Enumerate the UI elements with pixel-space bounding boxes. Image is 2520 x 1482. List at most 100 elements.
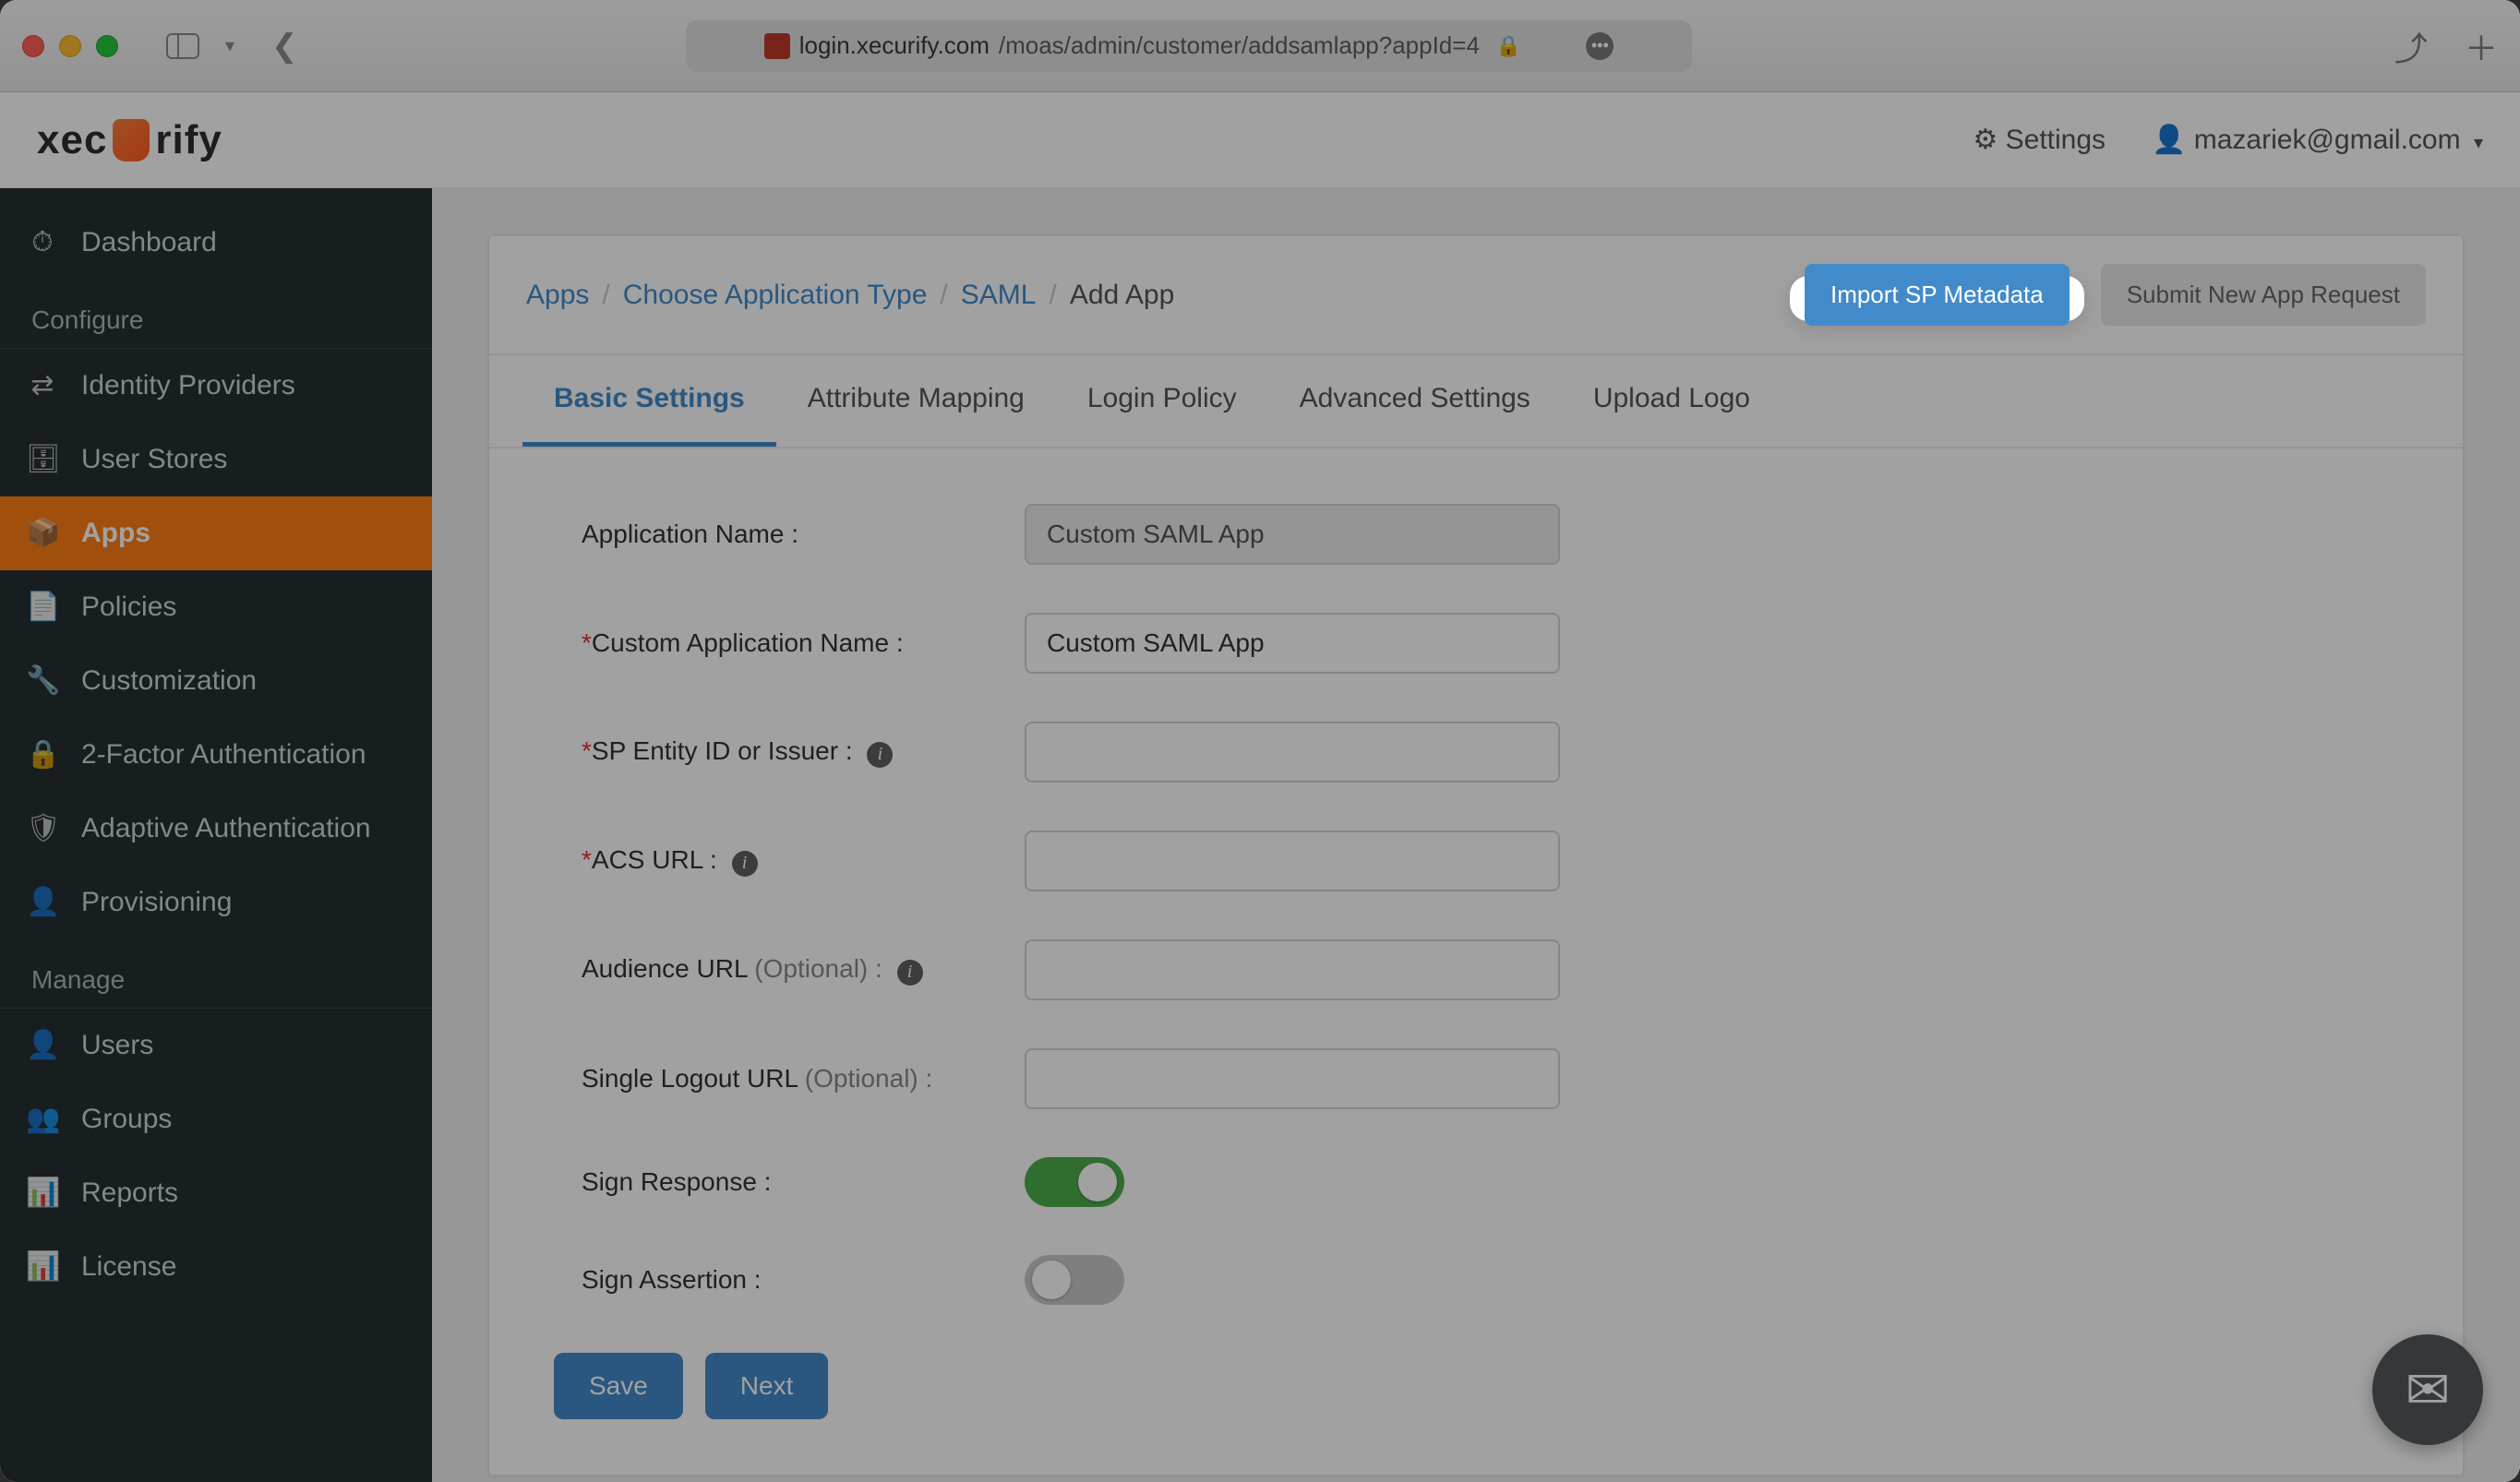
group-icon: 👥: [26, 1103, 59, 1135]
input-custom-application-name[interactable]: [1025, 613, 1560, 674]
chart-icon: 📊: [26, 1177, 59, 1209]
browser-window: ▾ ❮ login.xecurify.com/moas/admin/custom…: [0, 0, 2520, 1482]
sidebar-item-reports[interactable]: 📊 Reports: [0, 1156, 432, 1230]
label-slo-url: Single Logout URL (Optional) :: [582, 1064, 1025, 1094]
import-sp-metadata-button[interactable]: Import SP Metadata: [1805, 264, 2070, 326]
input-acs-url[interactable]: [1025, 831, 1560, 891]
sidebar-item-dashboard[interactable]: ⏱ Dashboard: [0, 207, 432, 280]
zoom-window-button[interactable]: [96, 35, 118, 57]
input-audience-url[interactable]: [1025, 939, 1560, 1000]
lock-icon: 🔒: [1496, 34, 1521, 58]
user-icon: 👤: [26, 1029, 59, 1061]
mail-icon: ✉: [2406, 1358, 2451, 1421]
sidebar-item-label: Apps: [81, 518, 150, 549]
sidebar-item-label: Users: [81, 1030, 153, 1061]
label-sign-response: Sign Response :: [582, 1167, 1025, 1197]
sidebar-item-identity-providers[interactable]: ⇄Identity Providers: [0, 349, 432, 423]
sidebar-item-apps[interactable]: 📦 Apps: [0, 496, 432, 570]
info-icon[interactable]: i: [867, 742, 893, 768]
chevron-down-icon[interactable]: ▾: [225, 34, 234, 57]
sidebar-toggle-icon[interactable]: [166, 33, 199, 59]
info-icon[interactable]: i: [897, 960, 923, 986]
brand-text-right: rify: [155, 117, 222, 163]
header-settings-link[interactable]: ⚙ Settings: [1973, 124, 2106, 156]
sidebar-item-label: Identity Providers: [81, 370, 295, 401]
minimize-window-button[interactable]: [59, 35, 81, 57]
crumb-apps[interactable]: Apps: [526, 280, 589, 311]
tab-basic-settings[interactable]: Basic Settings: [522, 355, 776, 447]
sidebar-item-adaptive-auth[interactable]: 🛡 Adaptive Authentication: [0, 792, 432, 866]
toggle-sign-response[interactable]: [1025, 1157, 1124, 1207]
contact-mail-fab[interactable]: ✉: [2372, 1334, 2483, 1445]
tab-upload-logo[interactable]: Upload Logo: [1562, 355, 1782, 447]
user-icon: 👤: [2152, 125, 2186, 155]
sidebar-item-label: Adaptive Authentication: [81, 813, 371, 844]
site-favicon-icon: [764, 33, 790, 59]
label-application-name: Application Name :: [582, 520, 1025, 549]
sidebar-item-label: Provisioning: [81, 887, 232, 918]
shield-outline-icon: 🛡: [26, 812, 59, 844]
back-button[interactable]: ❮: [271, 28, 298, 65]
next-button[interactable]: Next: [705, 1353, 829, 1419]
address-bar[interactable]: login.xecurify.com/moas/admin/customer/a…: [686, 20, 1692, 72]
new-tab-icon[interactable]: ＋: [2465, 22, 2498, 70]
sidebar-item-user-stores[interactable]: 🗄 User Stores: [0, 423, 432, 496]
brand-logo[interactable]: xec rify: [37, 117, 222, 163]
sidebar-item-label: Dashboard: [81, 227, 217, 258]
url-path: /moas/admin/customer/addsamlapp?appId=4: [999, 31, 1480, 60]
traffic-lights: [22, 35, 118, 57]
sidebar-item-2fa[interactable]: 🔒 2-Factor Authentication: [0, 718, 432, 792]
input-slo-url[interactable]: [1025, 1048, 1560, 1109]
document-icon: 📄: [26, 591, 59, 623]
box-icon: 📦: [26, 517, 59, 549]
crumb-saml[interactable]: SAML: [961, 280, 1037, 311]
sidebar: ⏱ Dashboard Configure ⇄Identity Providers…: [0, 188, 432, 1482]
header-user-menu[interactable]: 👤 mazariek@gmail.com ▾: [2152, 124, 2483, 156]
submit-new-app-request-button[interactable]: Submit New App Request: [2101, 264, 2426, 326]
sidebar-section-manage: Manage: [0, 939, 432, 1009]
tab-login-policy[interactable]: Login Policy: [1056, 355, 1268, 447]
lock-icon: 🔒: [26, 738, 59, 771]
crumb-current: Add App: [1070, 280, 1174, 311]
brand-text-left: xec: [37, 117, 107, 163]
card-header: Apps/ Choose Application Type/ SAML/ Add…: [489, 236, 2463, 355]
input-application-name: [1025, 504, 1560, 565]
database-icon: 🗄: [26, 443, 59, 475]
header-settings-label: Settings: [2006, 125, 2106, 155]
info-icon[interactable]: i: [732, 851, 758, 877]
form-basic-settings: Application Name : *Custom Application N…: [489, 448, 2463, 1475]
toggle-sign-assertion[interactable]: [1025, 1255, 1124, 1305]
sidebar-item-label: Reports: [81, 1177, 178, 1209]
input-sp-entity[interactable]: [1025, 722, 1560, 783]
header-user-email: mazariek@gmail.com: [2194, 125, 2461, 155]
browser-titlebar: ▾ ❮ login.xecurify.com/moas/admin/custom…: [0, 0, 2520, 92]
sidebar-item-users[interactable]: 👤 Users: [0, 1009, 432, 1082]
app-card: Apps/ Choose Application Type/ SAML/ Add…: [487, 234, 2465, 1476]
tab-advanced-settings[interactable]: Advanced Settings: [1268, 355, 1562, 447]
label-audience-url: Audience URL (Optional) : i: [582, 954, 1025, 986]
sidebar-item-policies[interactable]: 📄Policies: [0, 570, 432, 644]
caret-down-icon: ▾: [2474, 133, 2483, 153]
save-button[interactable]: Save: [554, 1353, 683, 1419]
sidebar-item-label: 2-Factor Authentication: [81, 739, 366, 771]
sidebar-item-provisioning[interactable]: 👤 Provisioning: [0, 866, 432, 939]
app-viewport: xec rify ⚙ Settings 👤 mazariek@gmail.com…: [0, 92, 2520, 1482]
sidebar-item-customization[interactable]: 🔧Customization: [0, 644, 432, 718]
sidebar-item-label: User Stores: [81, 444, 227, 475]
main-content: Apps/ Choose Application Type/ SAML/ Add…: [432, 188, 2520, 1482]
chart-icon: 📊: [26, 1250, 59, 1283]
dashboard-icon: ⏱: [26, 227, 59, 258]
tab-attribute-mapping[interactable]: Attribute Mapping: [776, 355, 1056, 447]
sidebar-item-license[interactable]: 📊License: [0, 1230, 432, 1304]
sidebar-item-groups[interactable]: 👥Groups: [0, 1082, 432, 1156]
label-sp-entity: *SP Entity ID or Issuer : i: [582, 736, 1025, 768]
share-icon[interactable]: ⤴: [2394, 22, 2428, 70]
more-options-icon[interactable]: •••: [1586, 32, 1614, 60]
crumb-choose-type[interactable]: Choose Application Type: [623, 280, 928, 311]
close-window-button[interactable]: [22, 35, 44, 57]
label-sign-assertion: Sign Assertion :: [582, 1265, 1025, 1295]
gear-icon: ⚙: [1973, 125, 1998, 155]
user-icon: 👤: [26, 886, 59, 918]
label-acs-url: *ACS URL : i: [582, 845, 1025, 877]
sidebar-section-configure: Configure: [0, 280, 432, 349]
